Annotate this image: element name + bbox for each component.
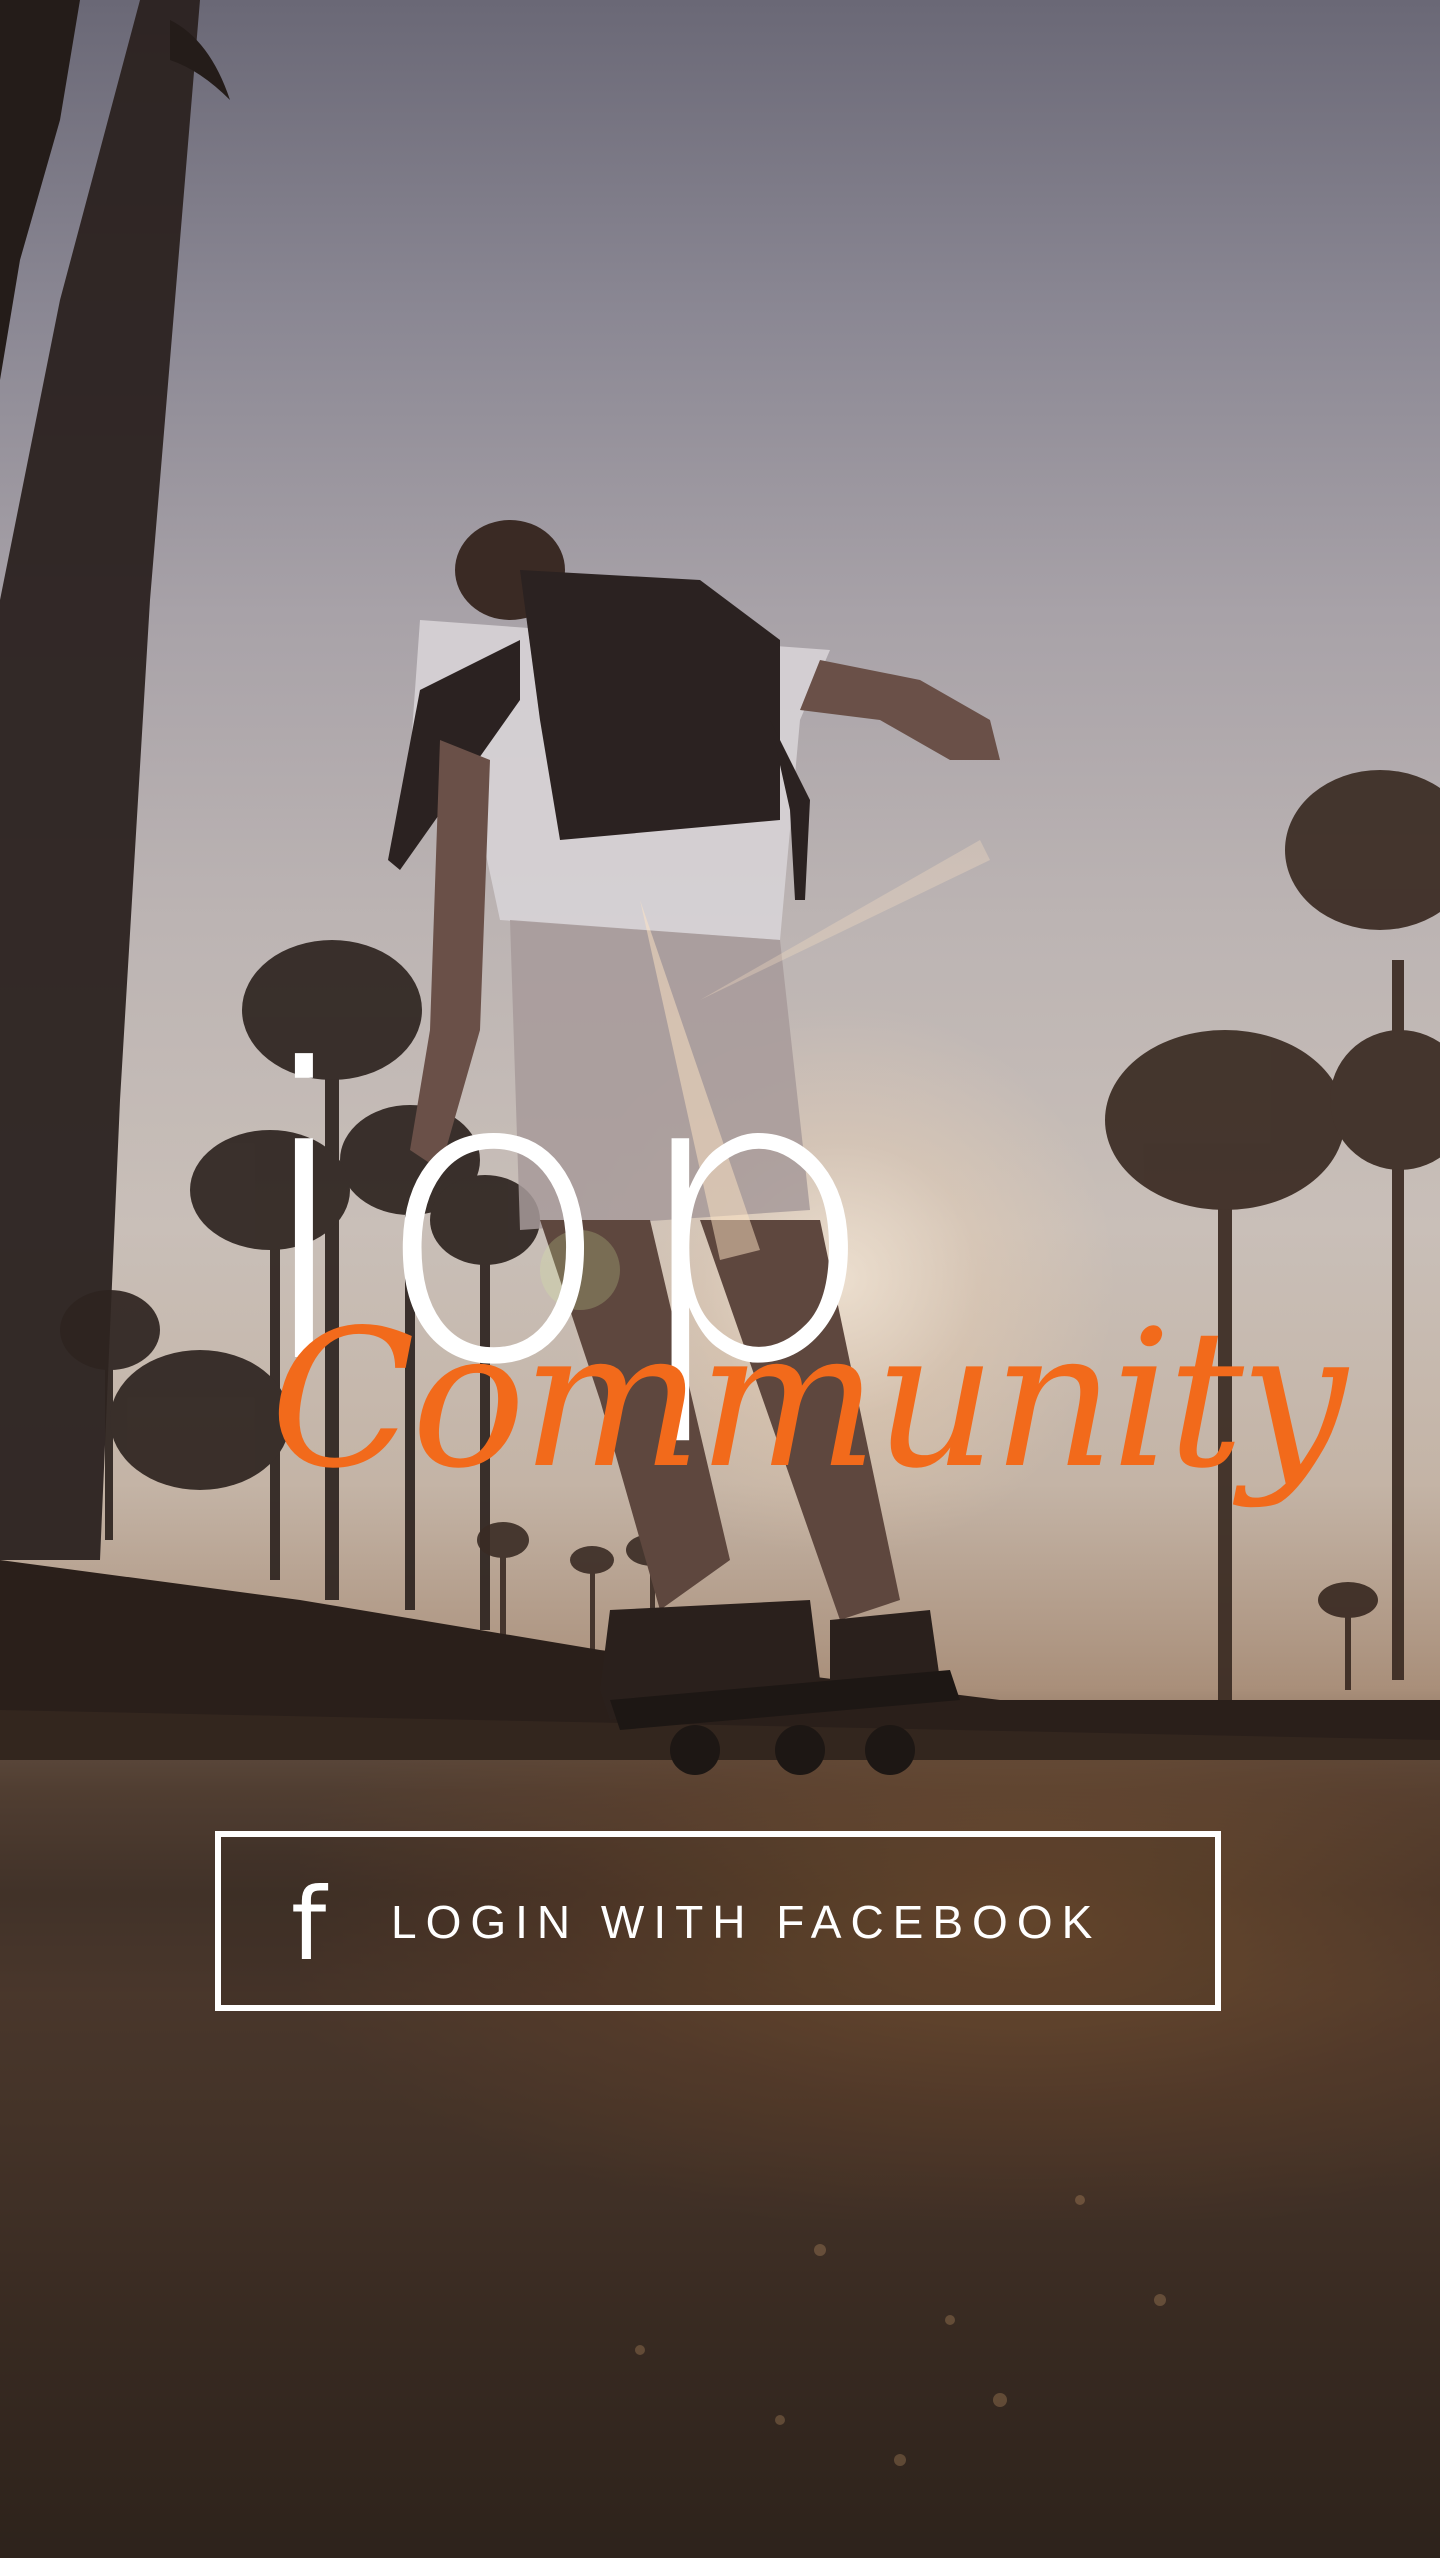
login-screen: iop Community f LOGIN WITH FACEBOOK (0, 0, 1440, 2558)
login-with-facebook-label: LOGIN WITH FACEBOOK (391, 1896, 1102, 1948)
palms-right-cluster (1105, 770, 1440, 1710)
logo-tagline: Community (270, 1289, 1347, 1510)
login-with-facebook-button[interactable]: f LOGIN WITH FACEBOOK (215, 1831, 1221, 2011)
facebook-icon: f (291, 1866, 327, 1983)
